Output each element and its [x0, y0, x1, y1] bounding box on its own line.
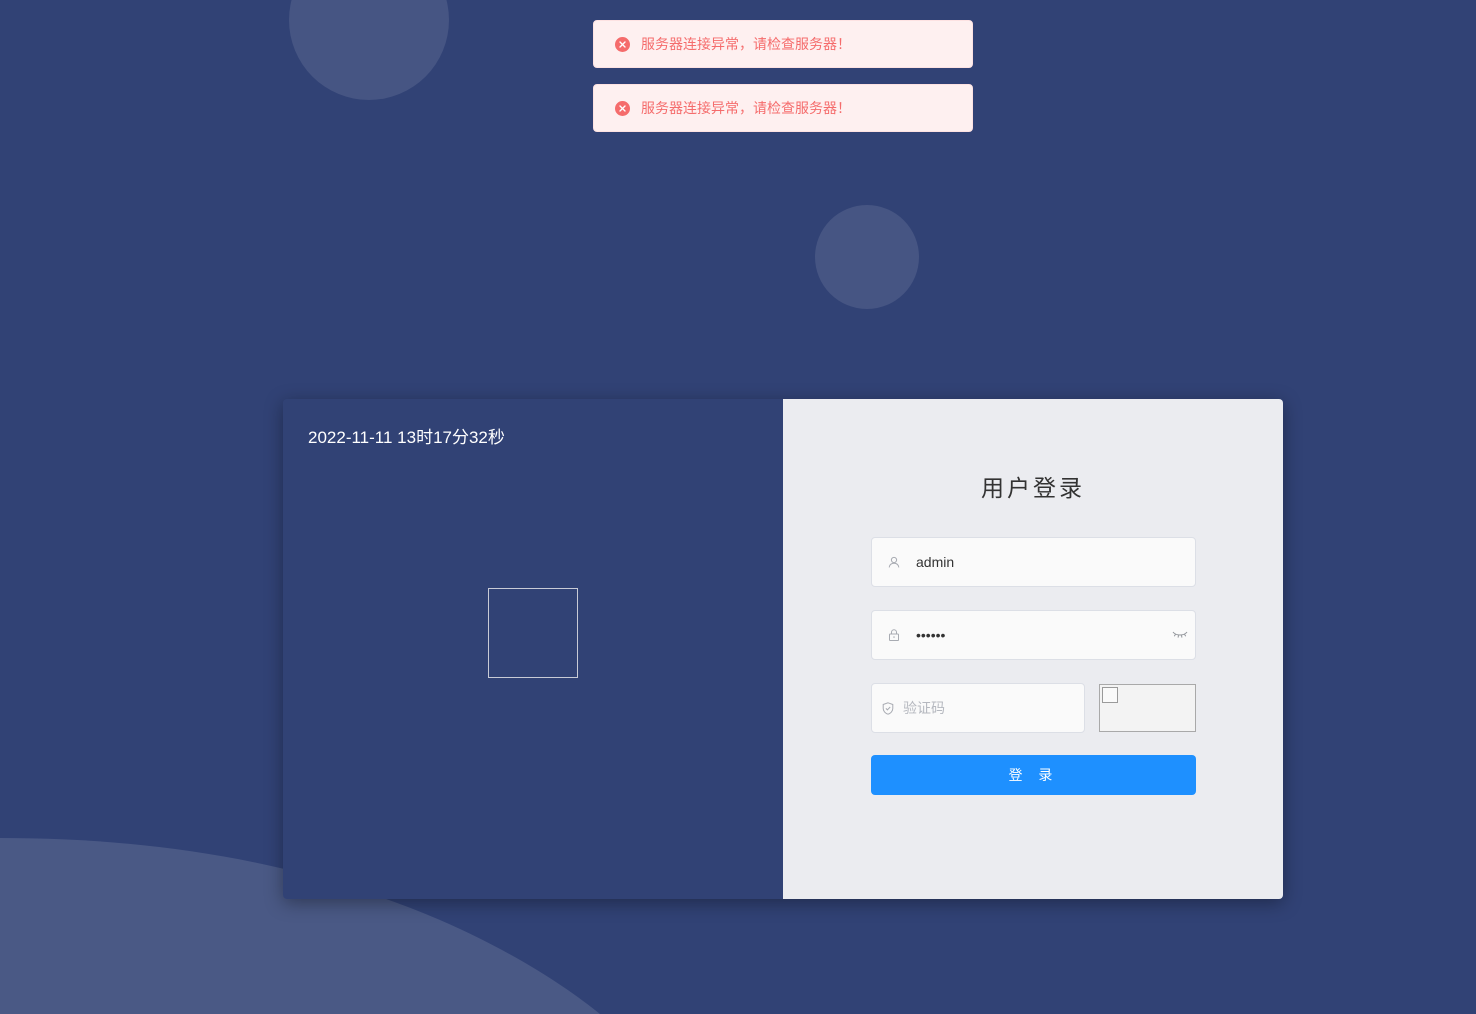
login-title: 用户登录: [981, 476, 1085, 502]
login-form-panel: 用户登录 admin •••••• 验证码 登 录: [783, 399, 1283, 899]
toast-message: 服务器连接异常，请检查服务器！: [641, 101, 851, 117]
user-icon: [872, 556, 916, 568]
login-card-left-panel: 2022-11-11 13时17分32秒: [283, 399, 783, 899]
broken-image-placeholder: [488, 588, 578, 678]
password-input[interactable]: [916, 611, 1165, 659]
username-field[interactable]: [871, 537, 1196, 587]
shield-icon: [872, 701, 903, 715]
error-toast: 服务器连接异常，请检查服务器！: [593, 84, 973, 132]
eye-closed-icon[interactable]: [1165, 630, 1195, 640]
lock-icon: [872, 629, 916, 641]
captcha-field[interactable]: [871, 683, 1085, 733]
background-circle-small: [815, 205, 919, 309]
captcha-input[interactable]: [903, 684, 1084, 732]
error-circle-icon: [615, 100, 630, 116]
error-circle-icon: [615, 36, 630, 52]
current-datetime: 2022-11-11 13时17分32秒: [308, 428, 505, 447]
toast-message: 服务器连接异常，请检查服务器！: [641, 37, 851, 53]
background-circle-large: [289, 0, 449, 100]
captcha-image[interactable]: [1099, 684, 1196, 732]
login-card: 2022-11-11 13时17分32秒 用户登录 admin •••••• 验…: [283, 399, 1283, 899]
username-input[interactable]: [916, 538, 1195, 586]
password-field[interactable]: [871, 610, 1196, 660]
broken-image-icon: [1102, 687, 1118, 703]
error-toast: 服务器连接异常，请检查服务器！: [593, 20, 973, 68]
login-button[interactable]: 登 录: [871, 755, 1196, 795]
